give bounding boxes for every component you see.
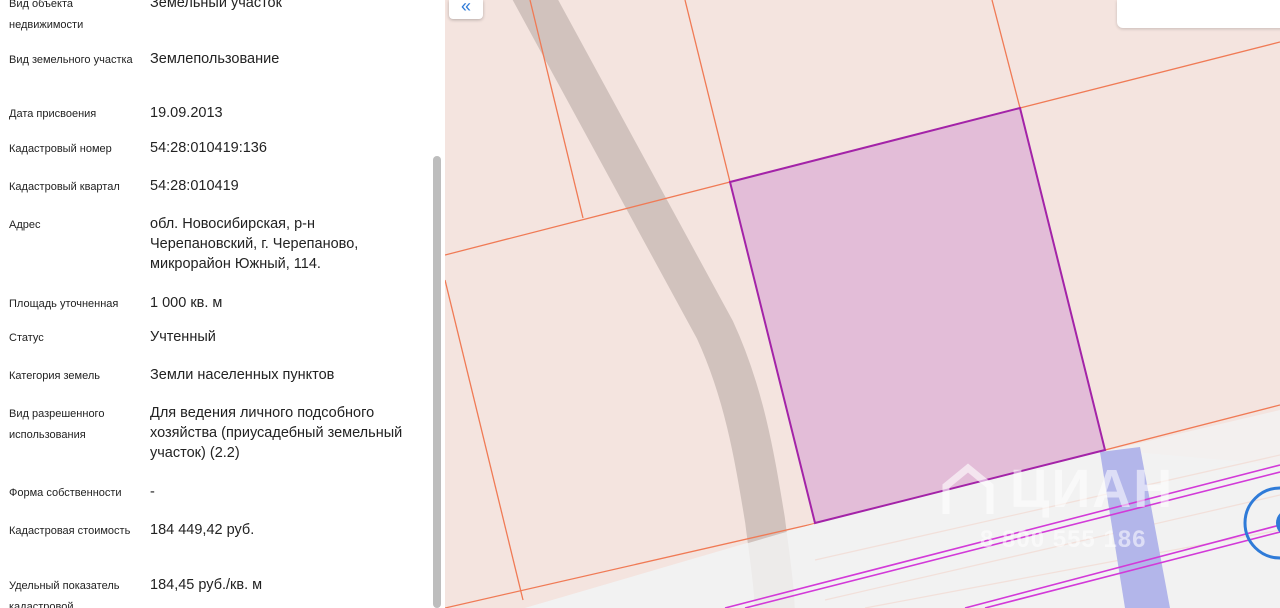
property-label: Кадастровый квартал [9, 181, 120, 193]
property-value: Землепользование [150, 51, 280, 67]
property-value: 1 000 кв. м [150, 295, 223, 311]
property-value: Земли населенных пунктов [150, 367, 335, 383]
property-label: Вид земельного участка [9, 54, 133, 66]
collapse-panel-button[interactable]: « [449, 0, 483, 19]
panel-scrollbar-thumb[interactable] [433, 156, 441, 608]
property-value: 184 449,42 руб. [150, 522, 255, 538]
property-value: Учтенный [150, 329, 216, 345]
property-value: Для ведения личного подсобного хозяйства… [150, 405, 403, 461]
map-toolbar-card[interactable] [1117, 0, 1280, 28]
property-value: 54:28:010419:136 [150, 140, 267, 156]
property-label: Кадастровый номер [9, 143, 112, 155]
property-label: Адрес [9, 219, 41, 231]
property-label: Вид объекта недвижимости [9, 0, 84, 31]
property-value: Земельный участок [150, 0, 282, 11]
property-info-panel: Вид объекта недвижимости Земельный участ… [0, 0, 445, 608]
property-value: - [150, 484, 155, 500]
property-value: 184,45 руб./кв. м [150, 577, 263, 593]
property-label: Кадастровая стоимость [9, 525, 131, 537]
property-value: обл. Новосибирская, р-н Черепановский, г… [150, 216, 359, 272]
cadastral-map[interactable] [445, 0, 1280, 608]
property-value: 19.09.2013 [150, 105, 223, 121]
property-value: 54:28:010419 [150, 178, 239, 194]
map-canvas[interactable] [445, 0, 1280, 608]
property-label: Форма собственности [9, 487, 122, 499]
property-label: Категория земель [9, 370, 100, 382]
property-label: Дата присвоения [9, 108, 97, 120]
chevron-double-left-icon: « [460, 0, 471, 16]
property-label: Площадь уточненная [9, 298, 119, 310]
property-label: Удельный показатель кадастровой [9, 580, 120, 608]
property-label: Вид разрешенного использования [9, 408, 105, 441]
property-label: Статус [9, 332, 44, 344]
